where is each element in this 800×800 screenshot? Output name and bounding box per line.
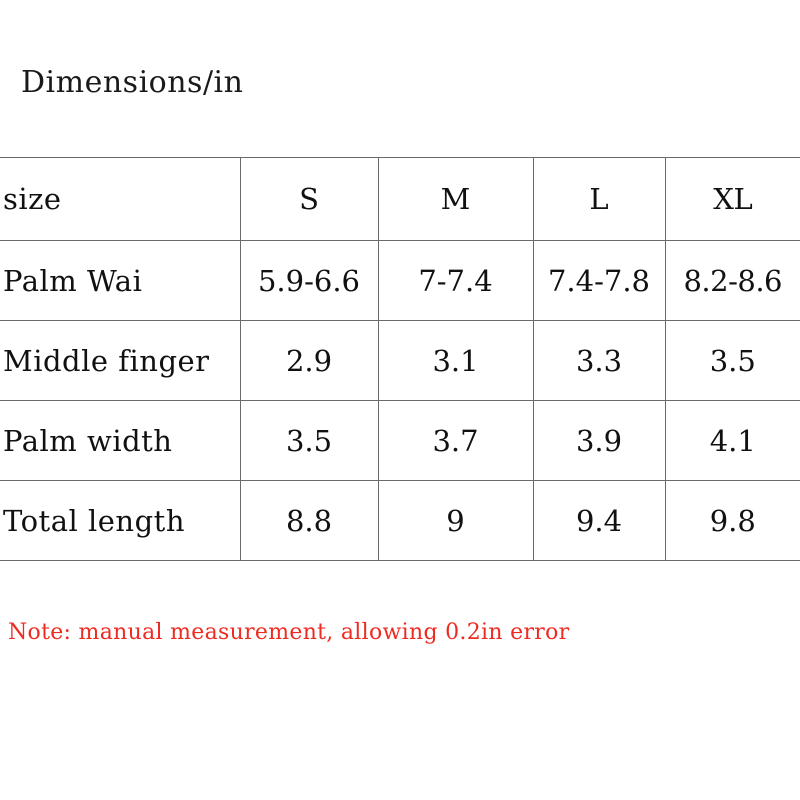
cell-middle-finger-l: 3.3: [532, 320, 665, 401]
cell-total-length-xl: 9.8: [664, 480, 800, 561]
cell-palm-wai-s: 5.9-6.6: [239, 240, 378, 321]
cell-total-length-m: 9: [377, 480, 533, 561]
cell-middle-finger-m: 3.1: [377, 320, 533, 401]
table-row: Palm width 3.5 3.7 3.9 4.1: [0, 400, 800, 481]
cell-total-length-l: 9.4: [532, 480, 665, 561]
cell-palm-wai-l: 7.4-7.8: [532, 240, 665, 321]
table-row: Middle finger 2.9 3.1 3.3 3.5: [0, 320, 800, 401]
cell-palm-width-s: 3.5: [239, 400, 378, 481]
cell-palm-width-l: 3.9: [532, 400, 665, 481]
column-header-s: S: [239, 157, 378, 241]
cell-palm-width-m: 3.7: [377, 400, 533, 481]
cell-palm-width-xl: 4.1: [664, 400, 800, 481]
column-header-l: L: [532, 157, 665, 241]
row-label-middle-finger: Middle finger: [0, 320, 240, 401]
column-header-size: size: [0, 157, 240, 241]
column-header-m: M: [377, 157, 533, 241]
page-title: Dimensions/in: [21, 65, 244, 100]
column-header-xl: XL: [664, 157, 800, 241]
cell-middle-finger-xl: 3.5: [664, 320, 800, 401]
row-label-palm-wai: Palm Wai: [0, 240, 240, 321]
cell-total-length-s: 8.8: [239, 480, 378, 561]
cell-palm-wai-m: 7-7.4: [377, 240, 533, 321]
row-label-total-length: Total length: [0, 480, 240, 561]
cell-palm-wai-xl: 8.2-8.6: [664, 240, 800, 321]
size-dimensions-table: size S M L XL Palm Wai 5.9-6.6 7-7.4 7.4…: [0, 157, 800, 561]
size-chart-page: Dimensions/in size S M L XL Palm Wai 5.9…: [0, 0, 800, 800]
table-row: Palm Wai 5.9-6.6 7-7.4 7.4-7.8 8.2-8.6: [0, 240, 800, 321]
row-label-palm-width: Palm width: [0, 400, 240, 481]
table-header-row: size S M L XL: [0, 157, 800, 241]
table-row: Total length 8.8 9 9.4 9.8: [0, 480, 800, 561]
measurement-note: Note: manual measurement, allowing 0.2in…: [8, 620, 570, 645]
cell-middle-finger-s: 2.9: [239, 320, 378, 401]
